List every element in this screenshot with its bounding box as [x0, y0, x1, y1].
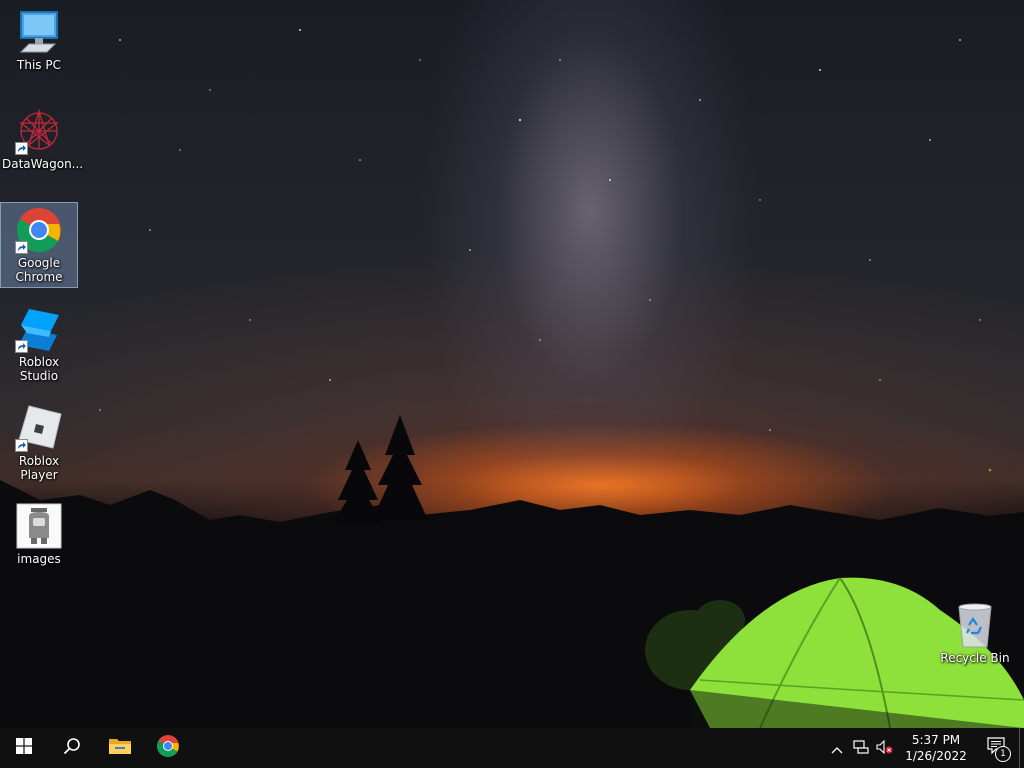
show-hidden-icons-button[interactable] — [825, 728, 849, 768]
file-explorer-button[interactable] — [96, 728, 144, 768]
datawagon-icon — [15, 107, 63, 155]
start-button[interactable] — [0, 728, 48, 768]
desktop-icon-label: images — [17, 552, 61, 566]
show-desktop-button[interactable] — [1019, 728, 1024, 768]
desktop-icon-this-pc[interactable]: This PC — [1, 8, 77, 72]
desktop-wallpaper — [0, 0, 1024, 728]
recycle-bin-icon — [951, 601, 999, 649]
desktop-icon-google-chrome[interactable]: Google Chrome — [0, 202, 78, 288]
search-button[interactable] — [48, 728, 96, 768]
chrome-taskbar-button[interactable] — [144, 728, 192, 768]
desktop-icon-recycle-bin[interactable]: Recycle Bin — [937, 601, 1013, 665]
clock-date: 1/26/2022 — [905, 749, 967, 763]
desktop-icon-label: Google Chrome — [15, 256, 63, 284]
computer-icon — [15, 8, 63, 56]
shortcut-arrow-icon — [15, 439, 28, 452]
stars — [99, 29, 992, 472]
windows-logo-icon — [16, 738, 32, 758]
speaker-muted-icon — [876, 739, 894, 758]
taskbar: 5:37 PM 1/26/2022 1 — [0, 728, 1024, 768]
desktop-icon-label: Roblox Studio — [18, 355, 60, 383]
desktop-icon-images[interactable]: images — [1, 502, 77, 566]
chrome-icon — [15, 206, 63, 254]
image-file-icon — [15, 502, 63, 550]
desktop-icon-label: Roblox Player — [18, 454, 60, 482]
shortcut-arrow-icon — [15, 241, 28, 254]
system-tray: 5:37 PM 1/26/2022 1 — [825, 728, 1024, 768]
network-button[interactable] — [849, 728, 873, 768]
desktop-icon-datawagon[interactable]: DataWagon... — [1, 107, 84, 171]
volume-button[interactable] — [873, 728, 897, 768]
desktop-icon-roblox-studio[interactable]: Roblox Studio — [1, 305, 77, 383]
network-icon — [853, 739, 869, 758]
pine-trees — [332, 415, 428, 525]
action-center-button[interactable]: 1 — [975, 728, 1019, 768]
chevron-up-icon — [831, 739, 843, 758]
wallpaper-scene — [0, 29, 1024, 728]
search-icon — [63, 737, 81, 759]
shortcut-arrow-icon — [15, 340, 28, 353]
chrome-icon — [156, 734, 180, 762]
desktop-icon-label: Recycle Bin — [940, 651, 1010, 665]
desktop-icon-label: DataWagon... — [2, 157, 84, 171]
folder-icon — [108, 736, 132, 760]
roblox-studio-icon — [15, 305, 63, 353]
roblox-player-icon — [15, 404, 63, 452]
notification-count-badge: 1 — [995, 746, 1011, 762]
clock-time: 5:37 PM — [911, 733, 961, 747]
shortcut-arrow-icon — [15, 142, 28, 155]
desktop-icon-label: This PC — [17, 58, 61, 72]
desktop-icon-roblox-player[interactable]: Roblox Player — [1, 404, 77, 482]
taskbar-clock[interactable]: 5:37 PM 1/26/2022 — [897, 728, 975, 768]
